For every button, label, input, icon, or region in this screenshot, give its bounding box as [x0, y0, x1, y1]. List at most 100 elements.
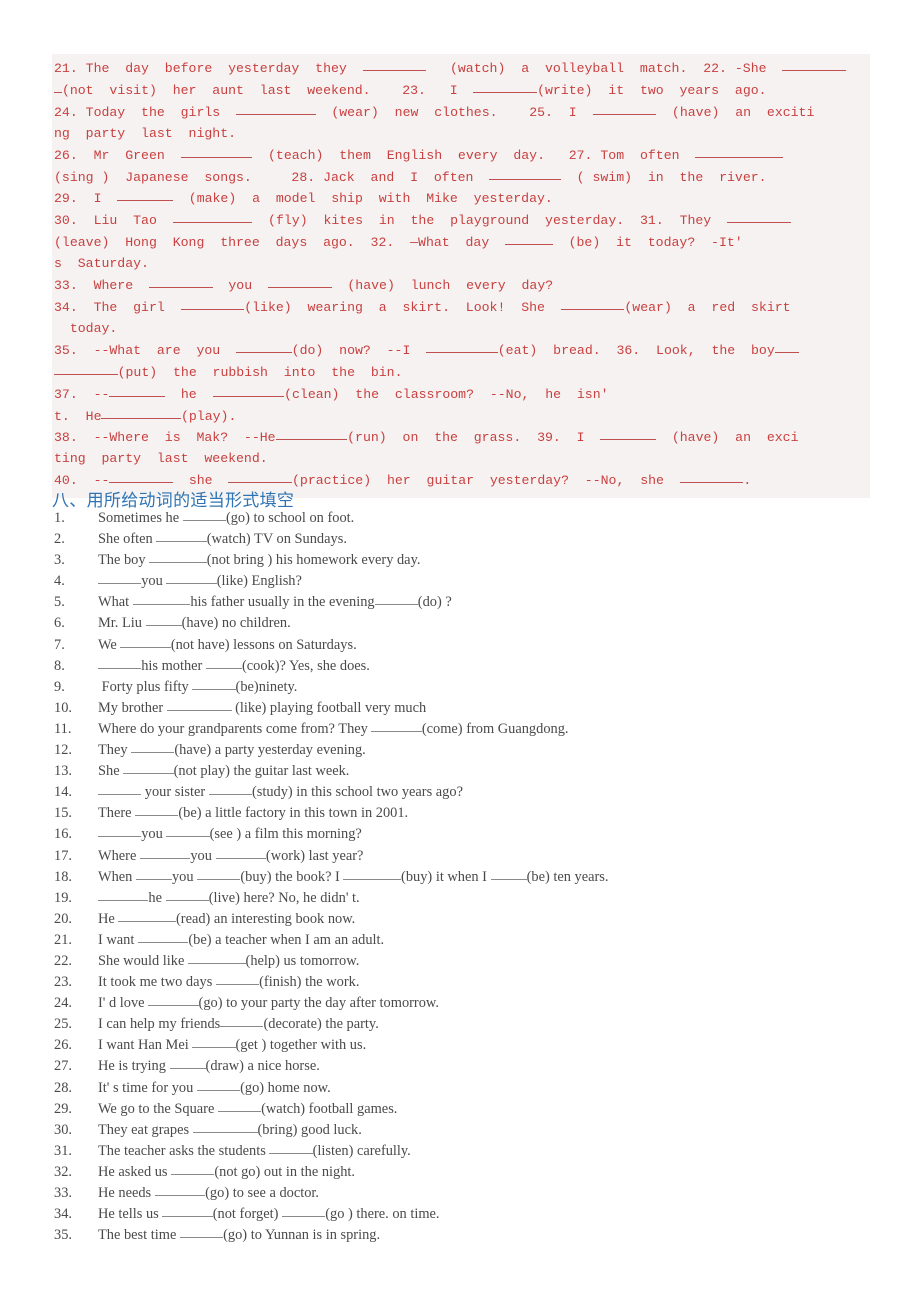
- answer-blank[interactable]: [187, 951, 246, 964]
- question-text: He tells us (not forget) (go ) there. on…: [98, 1204, 440, 1223]
- question-row: 20. He (read) an interesting book now.: [52, 909, 918, 930]
- answer-blank[interactable]: [166, 824, 210, 838]
- answer-blank[interactable]: [490, 867, 527, 880]
- answer-blank[interactable]: [179, 1225, 224, 1239]
- answer-blank[interactable]: [592, 102, 657, 115]
- question-number: 30.: [54, 1121, 72, 1138]
- answer-blank[interactable]: [774, 340, 799, 353]
- answer-blank[interactable]: [236, 102, 316, 115]
- answer-blank[interactable]: [196, 1078, 241, 1091]
- question-number: 3.: [54, 552, 65, 569]
- answer-blank[interactable]: [212, 384, 285, 397]
- answer-blank[interactable]: [600, 427, 657, 441]
- red-exercise-line: 33. Where you (have) lunch every day?: [54, 275, 868, 297]
- answer-blank[interactable]: [180, 297, 245, 310]
- question-row: 5. What his father usually in the evening…: [52, 592, 918, 613]
- question-number: 6.: [54, 615, 65, 632]
- answer-blank[interactable]: [182, 508, 226, 521]
- question-row: 2. She often (watch) TV on Sundays.: [52, 529, 918, 550]
- answer-blank[interactable]: [473, 80, 538, 93]
- red-exercise-line: s Saturday.: [54, 256, 149, 272]
- question-number: 32.: [54, 1163, 72, 1180]
- answer-blank[interactable]: [148, 993, 199, 1007]
- answer-blank[interactable]: [192, 1035, 236, 1049]
- question-text: They eat grapes (bring) good luck.: [98, 1120, 362, 1138]
- question-row: 14. your sister (study) in this school t…: [52, 782, 918, 803]
- answer-blank[interactable]: [149, 550, 207, 564]
- question-text: We go to the Square (watch) football gam…: [98, 1099, 398, 1117]
- answer-blank[interactable]: [135, 803, 179, 817]
- answer-blank[interactable]: [371, 719, 422, 732]
- answer-blank[interactable]: [205, 656, 242, 669]
- answer-blank[interactable]: [275, 427, 348, 441]
- answer-blank[interactable]: [131, 740, 175, 754]
- answer-blank[interactable]: [343, 867, 402, 880]
- answer-blank[interactable]: [109, 384, 166, 397]
- answer-blank[interactable]: [54, 80, 62, 93]
- question-text: He (read) an interesting book now.: [98, 909, 356, 927]
- answer-blank[interactable]: [362, 58, 427, 71]
- question-text: It took me two days (finish) the work.: [98, 972, 360, 991]
- answer-blank[interactable]: [154, 1183, 206, 1196]
- answer-blank[interactable]: [101, 406, 181, 419]
- answer-blank[interactable]: [132, 592, 191, 606]
- answer-blank[interactable]: [489, 167, 561, 180]
- answer-blank[interactable]: [505, 232, 553, 246]
- answer-blank[interactable]: [117, 188, 173, 202]
- answer-blank[interactable]: [560, 297, 625, 310]
- answer-blank[interactable]: [123, 761, 174, 775]
- answer-blank[interactable]: [145, 613, 182, 627]
- answer-blank[interactable]: [695, 145, 783, 158]
- answer-blank[interactable]: [228, 470, 292, 484]
- answer-blank[interactable]: [98, 782, 142, 796]
- answer-blank[interactable]: [118, 909, 176, 922]
- answer-blank[interactable]: [217, 1099, 262, 1112]
- answer-blank[interactable]: [727, 210, 791, 224]
- answer-blank[interactable]: [426, 340, 498, 353]
- question-text: He is trying (draw) a nice horse.: [98, 1056, 320, 1075]
- answer-blank[interactable]: [282, 1204, 326, 1218]
- answer-blank[interactable]: [135, 867, 172, 880]
- answer-blank[interactable]: [197, 867, 241, 880]
- answer-blank[interactable]: [374, 592, 418, 606]
- red-exercise-line: (sing ) Japanese songs. 28. Jack and I o…: [54, 167, 868, 189]
- answer-blank[interactable]: [220, 1014, 264, 1028]
- answer-blank[interactable]: [98, 824, 142, 838]
- question-text: She often (watch) TV on Sundays.: [98, 529, 347, 548]
- answer-blank[interactable]: [98, 571, 142, 585]
- answer-blank[interactable]: [269, 1141, 313, 1154]
- question-text: He asked us (not go) out in the night.: [98, 1162, 356, 1180]
- answer-blank[interactable]: [192, 1120, 258, 1133]
- answer-blank[interactable]: [120, 635, 171, 648]
- answer-blank[interactable]: [54, 362, 118, 375]
- answer-blank[interactable]: [679, 470, 744, 484]
- answer-blank[interactable]: [782, 58, 846, 71]
- answer-blank[interactable]: [208, 782, 252, 796]
- answer-blank[interactable]: [137, 930, 189, 943]
- answer-blank[interactable]: [109, 470, 173, 484]
- question-number: 16.: [54, 826, 72, 843]
- answer-blank[interactable]: [172, 210, 253, 224]
- question-row: 15. There (be) a little factory in this t…: [52, 803, 918, 824]
- answer-blank[interactable]: [236, 340, 292, 353]
- answer-blank[interactable]: [166, 571, 217, 585]
- answer-blank[interactable]: [165, 888, 209, 901]
- answer-blank[interactable]: [267, 275, 332, 289]
- answer-blank[interactable]: [166, 698, 232, 711]
- red-exercise-line: 26. Mr Green (teach) them English every …: [54, 145, 868, 167]
- answer-blank[interactable]: [215, 972, 260, 986]
- question-row: 33. He needs (go) to see a doctor.: [52, 1183, 918, 1204]
- answer-blank[interactable]: [148, 275, 213, 289]
- answer-blank[interactable]: [171, 1162, 215, 1175]
- answer-blank[interactable]: [215, 846, 266, 859]
- answer-blank[interactable]: [162, 1204, 213, 1218]
- answer-blank[interactable]: [169, 1056, 206, 1070]
- answer-blank[interactable]: [180, 145, 253, 158]
- question-number: 15.: [54, 805, 72, 822]
- answer-blank[interactable]: [192, 677, 236, 690]
- answer-blank[interactable]: [156, 529, 207, 543]
- answer-blank[interactable]: [139, 846, 191, 859]
- answer-blank[interactable]: [98, 888, 149, 901]
- worksheet-page: 21. The day before yesterday they (watch…: [0, 0, 920, 1302]
- answer-blank[interactable]: [98, 656, 142, 669]
